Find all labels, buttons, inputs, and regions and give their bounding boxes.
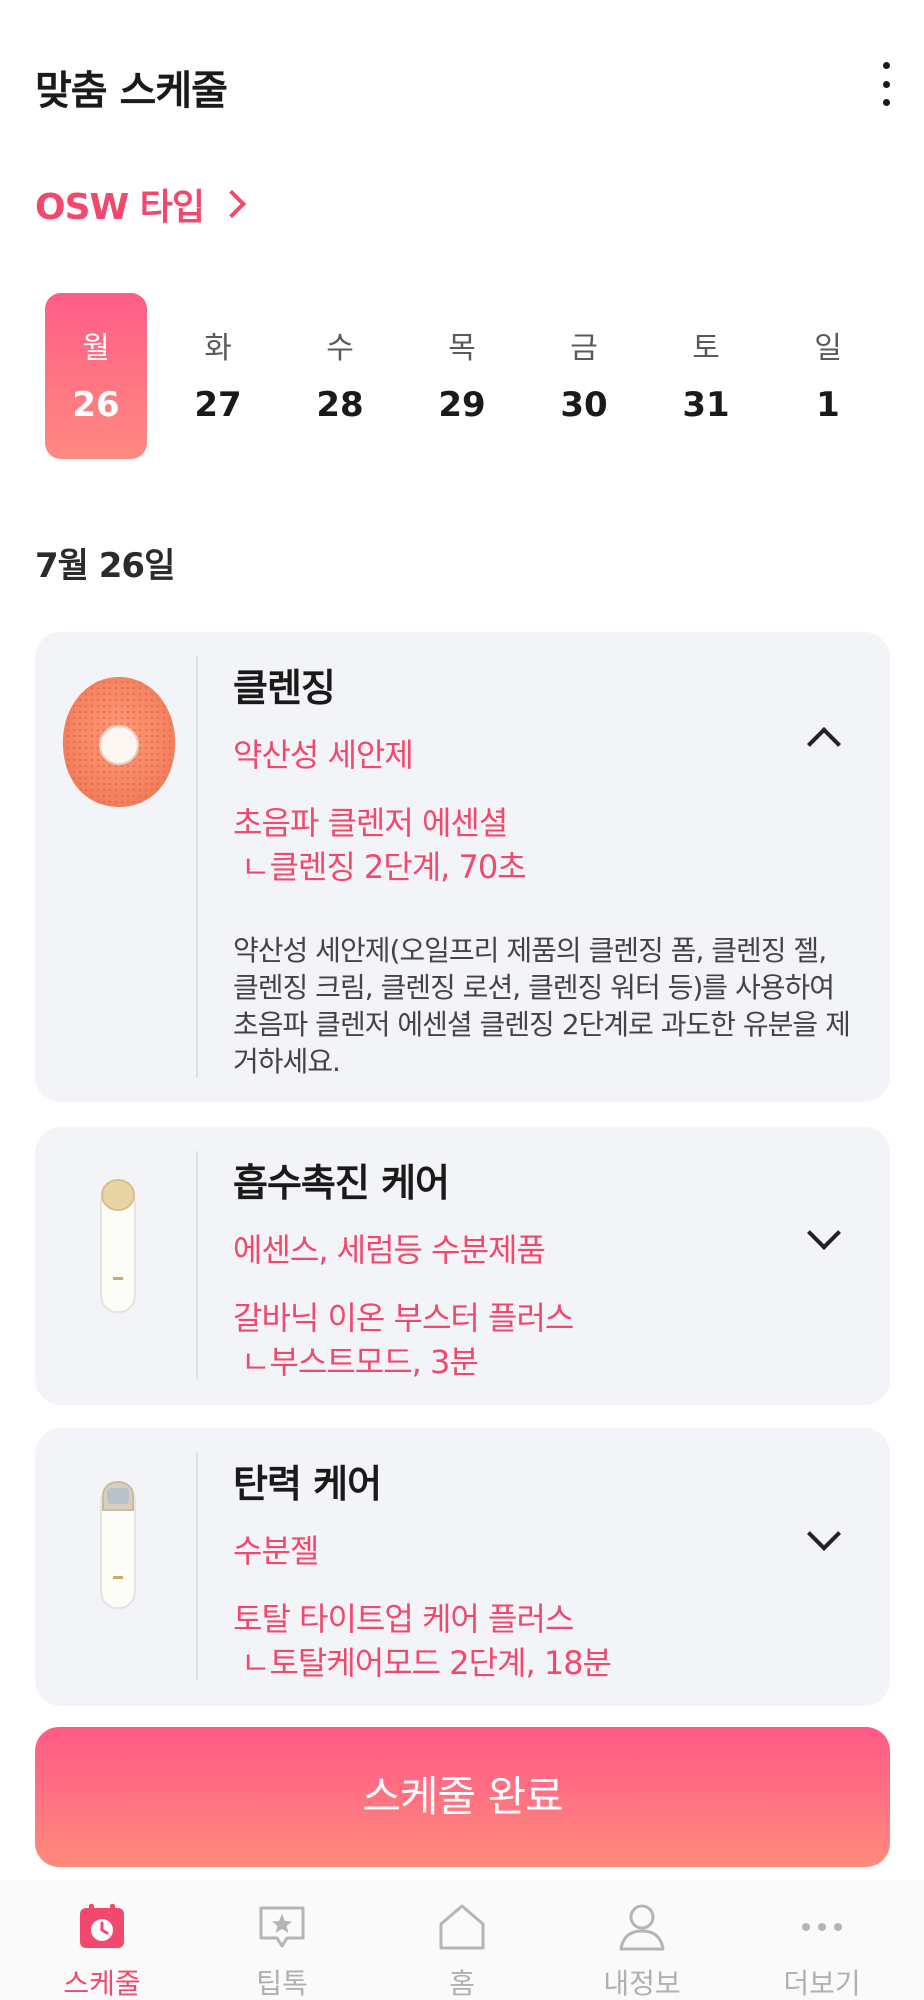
card-step: ㄴ클렌징 2단계, 70초 bbox=[241, 848, 527, 886]
day-of-week: 토 bbox=[692, 331, 720, 366]
tab-more[interactable]: 더보기 bbox=[732, 1880, 912, 2000]
galvanic-booster-image bbox=[53, 1167, 185, 1317]
skin-type-label: OSW 타입 bbox=[35, 187, 205, 228]
schedule-card-absorption[interactable]: 흡수촉진 케어 에센스, 세럼등 수분제품 갈바닉 이온 부스터 플러스 ㄴ부스… bbox=[35, 1127, 890, 1405]
day-mon[interactable]: 월 26 bbox=[45, 293, 147, 459]
day-sat[interactable]: 토 31 bbox=[655, 293, 757, 459]
schedule-card-firming[interactable]: 탄력 케어 수분젤 토탈 타이트업 케어 플러스 ㄴ토탈케어모드 2단계, 18… bbox=[35, 1428, 890, 1706]
calendar-clock-icon bbox=[77, 1902, 127, 1952]
card-description: 약산성 세안제(오일프리 제품의 클렌징 폼, 클렌징 젤, 클렌징 크림, 클… bbox=[233, 934, 851, 1078]
schedule-card-cleansing[interactable]: 클렌징 약산성 세안제 초음파 클렌저 에센셜 ㄴ클렌징 2단계, 70초 약산… bbox=[35, 632, 890, 1102]
page-title: 맞춤 스케줄 bbox=[35, 68, 228, 114]
day-of-week: 목 bbox=[448, 331, 476, 366]
card-step: ㄴ토탈케어모드 2단계, 18분 bbox=[241, 1644, 612, 1682]
day-number: 1 bbox=[816, 385, 840, 425]
day-of-week: 금 bbox=[570, 331, 598, 366]
card-title: 탄력 케어 bbox=[233, 1462, 382, 1506]
card-device: 토탈 타이트업 케어 플러스 bbox=[233, 1600, 574, 1638]
card-divider bbox=[196, 656, 198, 1078]
cleanser-device-image bbox=[53, 667, 185, 817]
day-wed[interactable]: 수 28 bbox=[289, 293, 391, 459]
day-of-week: 수 bbox=[326, 331, 354, 366]
card-title: 흡수촉진 케어 bbox=[233, 1161, 450, 1205]
day-number: 30 bbox=[560, 385, 608, 425]
tab-label: 홈 bbox=[449, 1967, 475, 2000]
chevron-up-icon[interactable] bbox=[807, 727, 841, 761]
day-of-week: 월 bbox=[82, 331, 110, 366]
day-number: 27 bbox=[194, 385, 242, 425]
app-header: 맞춤 스케줄 bbox=[0, 0, 924, 160]
day-of-week: 일 bbox=[814, 331, 842, 366]
tab-schedule[interactable]: 스케줄 bbox=[12, 1880, 192, 2000]
tab-label: 팁톡 bbox=[256, 1967, 308, 2000]
day-thu[interactable]: 목 29 bbox=[411, 293, 513, 459]
card-divider bbox=[196, 1452, 198, 1680]
card-divider bbox=[196, 1151, 198, 1379]
day-number: 28 bbox=[316, 385, 364, 425]
tab-label: 스케줄 bbox=[63, 1967, 141, 2000]
week-selector: 월 26 화 27 수 28 목 29 금 30 토 31 일 1 bbox=[45, 293, 889, 459]
chevron-right-icon bbox=[217, 189, 247, 219]
tightup-device-image bbox=[53, 1464, 185, 1614]
card-product: 약산성 세안제 bbox=[233, 736, 414, 774]
day-fri[interactable]: 금 30 bbox=[533, 293, 635, 459]
day-sun[interactable]: 일 1 bbox=[777, 293, 879, 459]
card-product: 에센스, 세럼등 수분제품 bbox=[233, 1231, 546, 1269]
tab-label: 내정보 bbox=[603, 1967, 681, 2000]
tab-tiptalk[interactable]: 팁톡 bbox=[192, 1880, 372, 2000]
card-device: 갈바닉 이온 부스터 플러스 bbox=[233, 1299, 574, 1337]
more-vertical-icon[interactable] bbox=[874, 62, 898, 106]
day-of-week: 화 bbox=[204, 331, 232, 366]
skin-type-link[interactable]: OSW 타입 bbox=[35, 178, 247, 230]
card-device: 초음파 클렌저 에센셜 bbox=[233, 804, 508, 842]
day-tue[interactable]: 화 27 bbox=[167, 293, 269, 459]
chevron-down-icon[interactable] bbox=[807, 1517, 841, 1551]
star-chat-icon bbox=[257, 1902, 307, 1952]
tab-my-info[interactable]: 내정보 bbox=[552, 1880, 732, 2000]
selected-date-heading: 7월 26일 bbox=[35, 546, 175, 586]
tab-home[interactable]: 홈 bbox=[372, 1880, 552, 2000]
card-product: 수분젤 bbox=[233, 1532, 319, 1570]
card-step: ㄴ부스트모드, 3분 bbox=[241, 1343, 479, 1381]
chevron-down-icon[interactable] bbox=[807, 1216, 841, 1250]
home-icon bbox=[437, 1902, 487, 1952]
bottom-tab-bar: 스케줄 팁톡 홈 내정보 더보기 bbox=[0, 1880, 924, 2000]
tab-label: 더보기 bbox=[783, 1967, 861, 2000]
day-number: 26 bbox=[72, 385, 120, 425]
day-number: 31 bbox=[682, 385, 730, 425]
user-icon bbox=[617, 1902, 667, 1952]
card-title: 클렌징 bbox=[233, 666, 336, 710]
more-horizontal-icon bbox=[797, 1902, 847, 1952]
day-number: 29 bbox=[438, 385, 486, 425]
schedule-complete-button[interactable]: 스케줄 완료 bbox=[35, 1727, 890, 1867]
